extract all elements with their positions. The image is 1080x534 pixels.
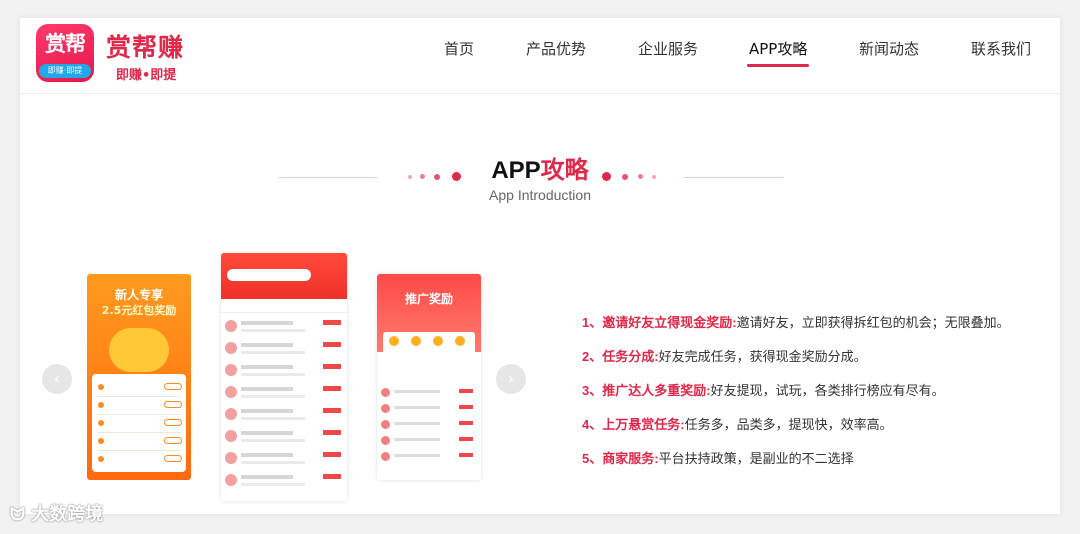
section-subtitle: App Introduction xyxy=(489,187,591,203)
chevron-right-icon: › xyxy=(507,369,515,388)
promo-icon xyxy=(411,336,421,346)
task-divider xyxy=(97,414,181,415)
task-divider xyxy=(97,450,181,451)
task-list-tabs xyxy=(221,303,347,313)
feature-key: 4、上万悬赏任务: xyxy=(582,417,685,432)
feature-key: 3、推广达人多重奖励: xyxy=(582,383,711,398)
feature-key: 5、商家服务: xyxy=(582,451,659,466)
feature-key: 1、邀请好友立得现金奖励: xyxy=(582,315,737,330)
app-screenshot-newcomer: 新人专享 2.5元红包奖励 xyxy=(87,274,191,480)
brand-slogan: 即赚•即提 xyxy=(116,68,177,83)
task-button xyxy=(164,383,182,390)
carousel-next-button[interactable]: › xyxy=(496,364,526,394)
task-button xyxy=(164,437,182,444)
title-dot xyxy=(622,174,628,180)
title-dot xyxy=(638,174,643,179)
section-title: APP攻略 xyxy=(20,150,1060,185)
watermark-text: 大数跨境 xyxy=(31,504,104,525)
list-item xyxy=(225,383,343,405)
feature-item: 3、推广达人多重奖励:好友提现，试玩，各类排行榜应有尽有。 xyxy=(582,380,1052,399)
feature-text: 邀请好友，立即获得拆红包的机会；无限叠加。 xyxy=(736,315,1010,330)
list-item xyxy=(225,427,343,449)
section-title-highlight: 攻略 xyxy=(540,157,589,184)
promo-icon xyxy=(433,336,443,346)
chevron-left-icon: ‹ xyxy=(53,369,61,388)
promotion-icons xyxy=(383,332,475,356)
task-dot xyxy=(98,438,104,444)
task-divider xyxy=(97,396,181,397)
task-button xyxy=(164,419,182,426)
task-dot xyxy=(98,456,104,462)
coin-illustration xyxy=(109,328,169,372)
nav-item-app-guide[interactable]: APP攻略 xyxy=(747,38,810,67)
list-item xyxy=(381,402,477,416)
nav-item-advantages[interactable]: 产品优势 xyxy=(526,38,586,59)
title-dot xyxy=(602,172,611,181)
nav-active-underline xyxy=(747,64,810,67)
list-item xyxy=(225,317,343,339)
carousel-prev-button[interactable]: ‹ xyxy=(42,364,72,394)
list-item xyxy=(381,434,477,448)
nav-item-news[interactable]: 新闻动态 xyxy=(859,38,919,59)
watermark-logo-icon: ᗢ xyxy=(10,504,32,525)
page-card: 赏帮 即赚·即提 赏帮赚 即赚•即提 首页 产品优势 企业服务 APP攻略 新闻… xyxy=(20,18,1060,514)
feature-key: 2、任务分成: xyxy=(582,349,659,364)
feature-item: 2、任务分成:好友完成任务，获得现金奖励分成。 xyxy=(582,346,1052,365)
app-screenshot-task-list xyxy=(221,253,347,501)
feature-text: 平台扶持政策，是副业的不二选择 xyxy=(658,451,854,466)
task-list-header xyxy=(221,253,347,299)
list-item xyxy=(225,471,343,493)
feature-item: 4、上万悬赏任务:任务多，品类多，提现快，效率高。 xyxy=(582,414,1052,433)
task-button xyxy=(164,401,182,408)
brand-name: 赏帮赚 xyxy=(106,33,185,62)
feature-item: 1、邀请好友立得现金奖励:邀请好友，立即获得拆红包的机会；无限叠加。 xyxy=(582,312,1052,331)
list-item xyxy=(381,450,477,464)
task-button xyxy=(164,455,182,462)
task-divider xyxy=(97,432,181,433)
logo-text: 赏帮 xyxy=(45,31,86,56)
newcomer-title: 新人专享 xyxy=(114,288,163,302)
watermark: ᗢ 大数跨境 xyxy=(10,500,103,526)
list-item xyxy=(381,418,477,432)
app-screenshot-promotion: 推广奖励 xyxy=(377,274,481,480)
list-item xyxy=(225,405,343,427)
feature-text: 好友完成任务，获得现金奖励分成。 xyxy=(658,349,867,364)
nav-item-enterprise[interactable]: 企业服务 xyxy=(638,38,698,59)
nav-item-home[interactable]: 首页 xyxy=(444,38,474,59)
task-dot xyxy=(98,402,104,408)
app-logo[interactable]: 赏帮 即赚·即提 xyxy=(36,24,94,82)
task-panel xyxy=(92,374,186,472)
list-item xyxy=(381,386,477,400)
promo-icon xyxy=(455,336,465,346)
nav-item-contact[interactable]: 联系我们 xyxy=(971,38,1031,59)
feature-text: 任务多，品类多，提现快，效率高。 xyxy=(684,417,893,432)
logo-badge: 即赚·即提 xyxy=(39,64,91,78)
nav-item-app-guide-label: APP攻略 xyxy=(749,40,808,58)
section-title-prefix: APP xyxy=(491,157,541,184)
site-header: 赏帮 即赚·即提 赏帮赚 即赚•即提 首页 产品优势 企业服务 APP攻略 新闻… xyxy=(20,18,1060,94)
feature-text: 好友提现，试玩，各类排行榜应有尽有。 xyxy=(710,383,945,398)
list-item xyxy=(225,449,343,471)
newcomer-reward: 2.5元红包奖励 xyxy=(101,304,177,317)
list-item xyxy=(225,361,343,383)
feature-item: 5、商家服务:平台扶持政策，是副业的不二选择 xyxy=(582,448,1052,467)
task-dot xyxy=(98,420,104,426)
promo-icon xyxy=(389,336,399,346)
task-search-bar xyxy=(227,269,311,281)
title-line-right xyxy=(684,177,784,178)
task-dot xyxy=(98,384,104,390)
list-item xyxy=(225,339,343,361)
promotion-banner: 推广奖励 xyxy=(404,292,453,306)
title-dot xyxy=(652,175,656,179)
